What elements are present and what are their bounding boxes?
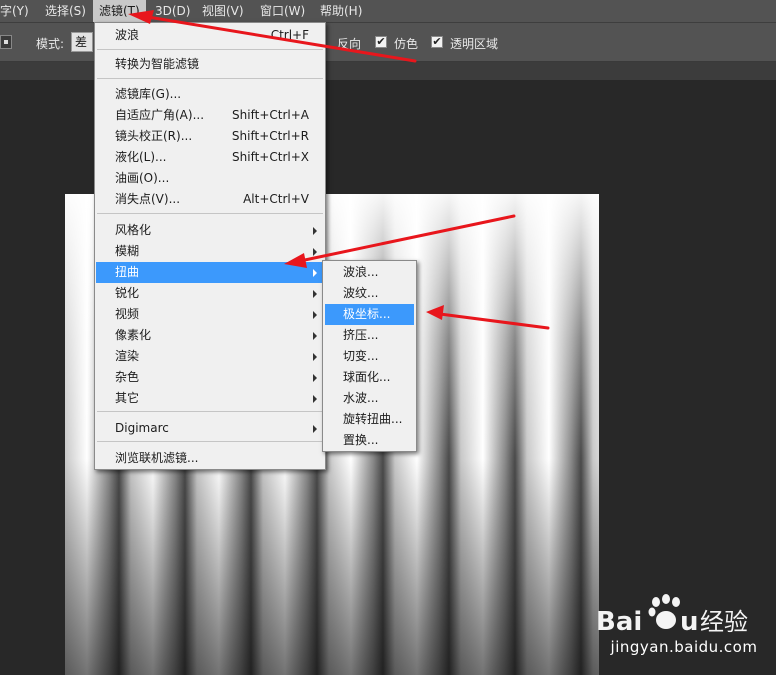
svg-text:Bai: Bai (596, 607, 642, 637)
watermark-url: jingyan.baidu.com (610, 638, 758, 656)
svg-text:u: u (680, 607, 699, 637)
annotation-arrowhead-distort (284, 253, 307, 268)
annotation-arrow-distort-line (298, 214, 516, 263)
annotation-arrows (128, 10, 550, 330)
annotation-arrowhead-filter (128, 10, 154, 24)
annotation-arrowhead-polar (426, 305, 444, 320)
annotation-arrow-filter-line (146, 15, 417, 63)
baidu-jingyan-watermark: Bai u 经验 jingyan.baidu.com (594, 590, 776, 670)
svg-text:经验: 经验 (700, 608, 748, 636)
annotation-arrow-polar-line (438, 312, 550, 330)
baidu-paw-logo-icon: Bai u 经验 (596, 594, 748, 637)
